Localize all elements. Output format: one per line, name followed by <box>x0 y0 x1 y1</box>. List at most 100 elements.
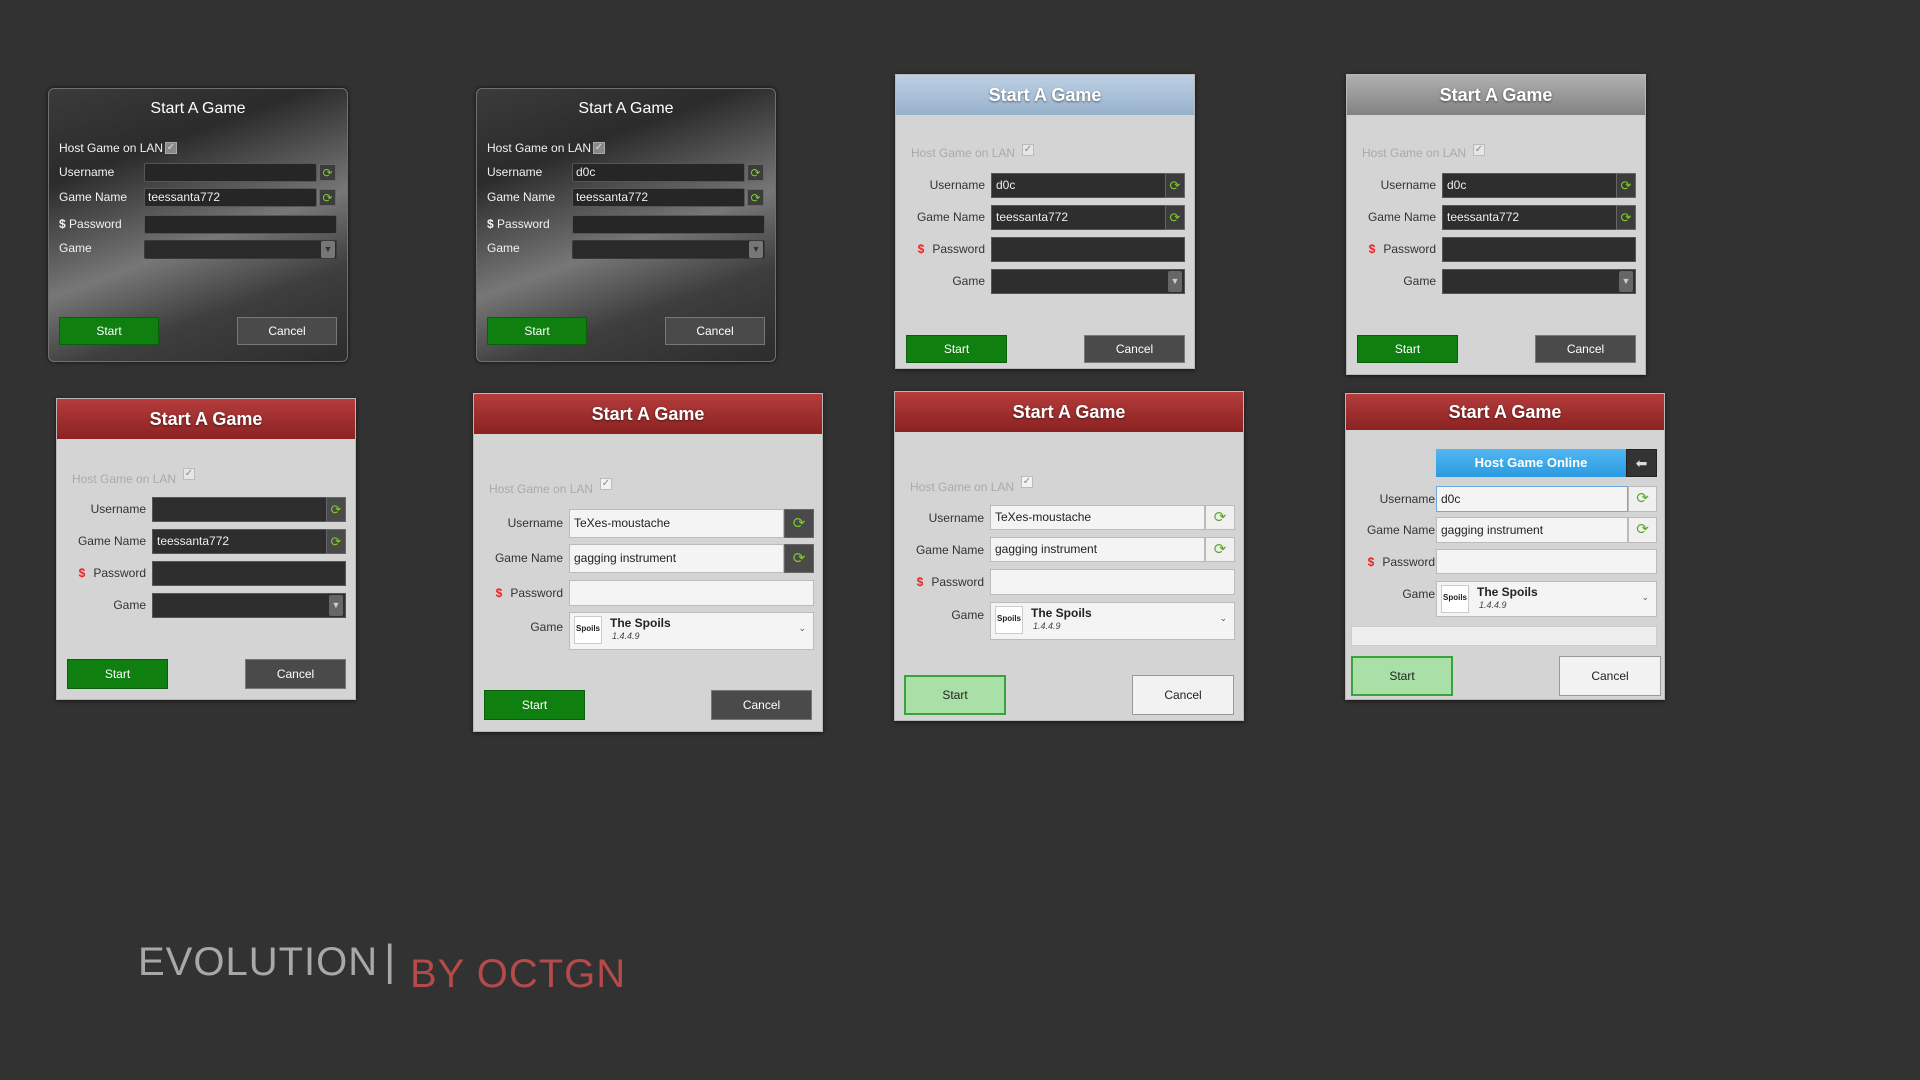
refresh-icon[interactable]: ⟳ <box>326 529 346 554</box>
password-input[interactable] <box>144 215 337 234</box>
game-select[interactable] <box>572 240 765 259</box>
cancel-button[interactable]: Cancel <box>1559 656 1661 696</box>
host-lan-checkbox[interactable]: ✓ <box>1021 476 1033 488</box>
spoils-logo: Spoils <box>995 606 1023 634</box>
back-arrow-icon[interactable]: ⬅ <box>1626 449 1657 477</box>
game-name-label: Game Name <box>59 190 128 204</box>
refresh-icon[interactable]: ⟳ <box>1165 173 1185 198</box>
start-button[interactable]: Start <box>484 690 585 720</box>
game-name-input[interactable]: gagging instrument <box>990 537 1205 562</box>
start-game-dialog-7: Start A Game Host Game on LAN ✓ Username… <box>894 391 1244 721</box>
game-name-input[interactable]: teessanta772 <box>991 205 1166 230</box>
refresh-icon[interactable]: ⟳ <box>1205 505 1235 530</box>
refresh-icon[interactable]: ⟳ <box>326 497 346 522</box>
host-online-toggle[interactable]: Host Game Online <box>1436 449 1626 477</box>
password-input[interactable] <box>990 569 1235 595</box>
game-name-label: Game Name <box>487 190 556 204</box>
password-input[interactable] <box>569 580 814 606</box>
chevron-down-icon[interactable]: ▼ <box>321 241 335 258</box>
host-lan-label: Host Game on LAN <box>489 482 594 496</box>
host-lan-checkbox[interactable]: ✓ <box>183 468 195 480</box>
username-input[interactable]: d0c <box>572 163 745 182</box>
password-input[interactable] <box>1436 549 1657 574</box>
chevron-down-icon: ⌄ <box>1219 613 1227 623</box>
refresh-icon[interactable]: ⟳ <box>319 189 336 206</box>
start-game-dialog-3: Start A Game Host Game on LAN ✓ Username… <box>895 74 1195 369</box>
game-select[interactable]: Spoils The Spoils 1.4.4.9 ⌄ <box>569 612 814 650</box>
host-lan-checkbox[interactable]: ✓ <box>593 142 605 154</box>
username-input[interactable]: d0c <box>1436 486 1628 512</box>
username-input[interactable]: TeXes-moustache <box>990 505 1205 530</box>
game-name-input[interactable]: gagging instrument <box>569 544 784 573</box>
refresh-icon[interactable]: ⟳ <box>1165 205 1185 230</box>
start-game-dialog-4: Start A Game Host Game on LAN ✓ Username… <box>1346 74 1646 375</box>
password-input[interactable] <box>152 561 346 586</box>
refresh-icon[interactable]: ⟳ <box>1616 205 1636 230</box>
start-button[interactable]: Start <box>1357 335 1458 363</box>
username-label: Username <box>507 516 563 530</box>
game-select[interactable] <box>991 269 1185 294</box>
game-select[interactable] <box>144 240 337 259</box>
username-input[interactable] <box>144 163 317 182</box>
start-button[interactable]: Start <box>906 335 1007 363</box>
password-label-text: Password <box>1383 242 1436 256</box>
password-label: $ Password <box>59 217 122 231</box>
cancel-button[interactable]: Cancel <box>245 659 346 689</box>
game-name-input[interactable]: teessanta772 <box>1442 205 1617 230</box>
refresh-icon[interactable]: ⟳ <box>1616 173 1636 198</box>
refresh-icon[interactable]: ⟳ <box>1628 486 1657 512</box>
chevron-down-icon[interactable]: ▼ <box>749 241 763 258</box>
start-button[interactable]: Start <box>487 317 587 345</box>
password-input[interactable] <box>1442 237 1636 262</box>
game-select[interactable] <box>152 593 346 618</box>
chevron-down-icon[interactable]: ▼ <box>329 595 343 616</box>
refresh-icon[interactable]: ⟳ <box>1205 537 1235 562</box>
start-button[interactable]: Start <box>904 675 1006 715</box>
refresh-icon[interactable]: ⟳ <box>319 164 336 181</box>
start-button[interactable]: Start <box>1351 656 1453 696</box>
host-lan-label: Host Game on LAN <box>911 146 1016 160</box>
chevron-down-icon[interactable]: ▼ <box>1619 271 1633 292</box>
game-name-input[interactable]: teessanta772 <box>144 188 317 207</box>
game-select[interactable]: Spoils The Spoils 1.4.4.9 ⌄ <box>990 602 1235 640</box>
game-label: Game <box>1403 274 1436 288</box>
password-label-text: Password <box>1382 555 1435 569</box>
refresh-icon[interactable]: ⟳ <box>784 509 814 538</box>
game-name-input[interactable]: gagging instrument <box>1436 517 1628 543</box>
dollar-icon: $ <box>487 217 494 231</box>
username-input[interactable]: d0c <box>1442 173 1617 198</box>
host-lan-checkbox[interactable]: ✓ <box>165 142 177 154</box>
refresh-icon[interactable]: ⟳ <box>784 544 814 573</box>
host-lan-label: Host Game on LAN <box>487 141 592 155</box>
game-select[interactable] <box>1442 269 1636 294</box>
cancel-button[interactable]: Cancel <box>237 317 337 345</box>
start-button[interactable]: Start <box>59 317 159 345</box>
host-lan-checkbox[interactable]: ✓ <box>1022 144 1034 156</box>
game-name-input[interactable]: teessanta772 <box>572 188 745 207</box>
cancel-button[interactable]: Cancel <box>1535 335 1636 363</box>
game-name-label: Game Name <box>915 543 984 557</box>
dollar-icon: $ <box>495 586 503 600</box>
host-lan-label: Host Game on LAN <box>72 472 177 486</box>
refresh-icon[interactable]: ⟳ <box>747 164 764 181</box>
refresh-icon[interactable]: ⟳ <box>747 189 764 206</box>
game-name-input[interactable]: teessanta772 <box>152 529 327 554</box>
host-lan-checkbox[interactable]: ✓ <box>1473 144 1485 156</box>
cancel-button[interactable]: Cancel <box>665 317 765 345</box>
password-input[interactable] <box>991 237 1185 262</box>
password-input[interactable] <box>572 215 765 234</box>
username-input[interactable]: d0c <box>991 173 1166 198</box>
cancel-button[interactable]: Cancel <box>1132 675 1234 715</box>
username-input[interactable]: TeXes-moustache <box>569 509 784 538</box>
host-lan-checkbox[interactable]: ✓ <box>600 478 612 490</box>
host-lan-label: Host Game on LAN <box>1362 146 1467 160</box>
game-select[interactable]: Spoils The Spoils 1.4.4.9 ⌄ <box>1436 581 1657 617</box>
start-button[interactable]: Start <box>67 659 168 689</box>
cancel-button[interactable]: Cancel <box>1084 335 1185 363</box>
chevron-down-icon[interactable]: ▼ <box>1168 271 1182 292</box>
username-input[interactable] <box>152 497 327 522</box>
refresh-icon[interactable]: ⟳ <box>1628 517 1657 543</box>
cancel-button[interactable]: Cancel <box>711 690 812 720</box>
password-label-text: Password <box>931 575 984 589</box>
password-label: $ Password <box>79 566 146 580</box>
